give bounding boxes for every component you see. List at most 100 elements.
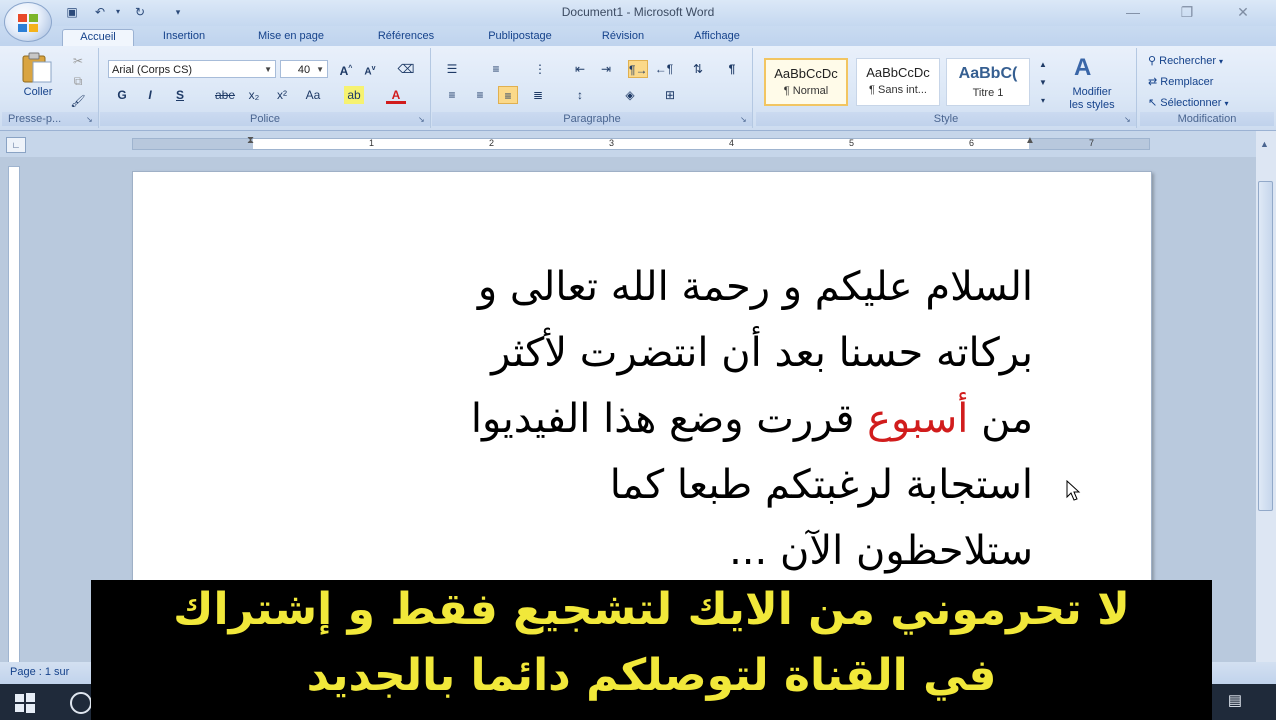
styles-scroll-down-icon[interactable]: ▼: [1036, 74, 1050, 92]
clear-formatting-icon[interactable]: ⌫: [396, 60, 416, 78]
tab-affichage[interactable]: Affichage: [676, 29, 758, 46]
replace-icon: ⇄: [1148, 76, 1158, 88]
align-left-icon[interactable]: ≡: [442, 86, 462, 104]
horizontal-ruler[interactable]: ⧗ ▲ 1 2 3 4 5 6 7: [132, 135, 1150, 150]
style-normal[interactable]: AaBbCcDc ¶ Normal: [764, 58, 848, 106]
bold-button[interactable]: G: [112, 86, 132, 104]
style-heading-1[interactable]: AaBbC( Titre 1: [946, 58, 1030, 106]
ribbon-tabs: Accueil Insertion Mise en page Référence…: [0, 26, 1276, 47]
font-size-combo[interactable]: 40 ▼: [280, 60, 328, 78]
windows-start-icon[interactable]: [14, 692, 36, 714]
font-dialog-launcher-icon[interactable]: ↘: [418, 116, 427, 125]
style-preview: AaBbCcDc: [774, 66, 838, 81]
tab-selector-icon[interactable]: ∟: [6, 137, 26, 153]
office-button[interactable]: [4, 2, 52, 42]
tab-insertion[interactable]: Insertion: [148, 29, 220, 46]
shading-icon[interactable]: ◈: [620, 86, 640, 104]
scrollbar-thumb[interactable]: [1258, 181, 1273, 511]
borders-icon[interactable]: ⊞: [660, 86, 680, 104]
chevron-down-icon: ▾: [1219, 57, 1224, 66]
bullets-icon[interactable]: ☰: [442, 60, 462, 78]
style-no-spacing[interactable]: AaBbCcDc ¶ Sans int...: [856, 58, 940, 106]
shrink-font-icon[interactable]: Av: [360, 60, 380, 78]
scroll-up-icon[interactable]: ▲: [1260, 139, 1269, 149]
subscript-button[interactable]: x₂: [244, 86, 264, 104]
paragraph-dialog-launcher-icon[interactable]: ↘: [740, 116, 749, 125]
change-styles-button[interactable]: Modifier les styles: [1054, 86, 1130, 112]
window-title: Document1 - Microsoft Word: [561, 5, 715, 19]
select-label: Sélectionner: [1160, 97, 1222, 109]
format-painter-icon[interactable]: 🖌: [68, 92, 88, 110]
find-button[interactable]: ⚲ Rechercher ▾: [1148, 52, 1223, 70]
style-name: ¶ Sans int...: [869, 84, 927, 96]
rtl-direction-icon[interactable]: ←¶: [654, 60, 674, 78]
change-styles-icon[interactable]: A: [1074, 54, 1091, 82]
clipboard-group: Coller ✂ ⧉ 🖌 Presse-p... ↘: [2, 48, 99, 128]
superscript-button[interactable]: x²: [272, 86, 292, 104]
paste-icon[interactable]: [20, 52, 54, 84]
tab-publipostage[interactable]: Publipostage: [468, 29, 572, 46]
tab-mise-en-page[interactable]: Mise en page: [238, 29, 344, 46]
styles-scroll-up-icon[interactable]: ▲: [1036, 56, 1050, 74]
styles-dialog-launcher-icon[interactable]: ↘: [1124, 116, 1133, 125]
tab-revision[interactable]: Révision: [588, 29, 658, 46]
search-icon[interactable]: [70, 692, 92, 714]
vertical-scrollbar[interactable]: ▲: [1256, 131, 1276, 671]
font-name-combo[interactable]: Arial (Corps CS) ▼: [108, 60, 276, 78]
indent-marker-icon[interactable]: ⧗: [247, 135, 254, 146]
italic-button[interactable]: I: [140, 86, 160, 104]
underline-button[interactable]: S: [170, 86, 190, 104]
style-name: ¶ Normal: [783, 85, 829, 97]
ruler-left-margin: [133, 139, 253, 149]
right-indent-marker-icon[interactable]: ▲: [1025, 135, 1035, 146]
increase-indent-icon[interactable]: ⇥: [596, 60, 616, 78]
ltr-direction-icon[interactable]: ¶→: [628, 60, 648, 78]
align-right-icon[interactable]: ≡: [498, 86, 518, 104]
strikethrough-button[interactable]: abe: [212, 86, 238, 104]
ruler-number: 6: [969, 138, 975, 148]
subtitle-overlay: لا تحرموني من الايك لتشجيع فقط و إشتراك …: [91, 580, 1212, 720]
highlight-icon[interactable]: ab: [344, 86, 364, 104]
notification-icon[interactable]: ▤: [1224, 692, 1246, 710]
document-line: السلام عليكم و رحمة الله تعالى و: [477, 264, 1033, 310]
close-icon[interactable]: ✕: [1230, 2, 1256, 22]
style-preview: AaBbCcDc: [866, 65, 930, 80]
numbering-icon[interactable]: ≡: [486, 60, 506, 78]
multilevel-list-icon[interactable]: ⋮: [530, 60, 550, 78]
paragraph-group-label: Paragraphe: [432, 112, 752, 126]
styles-more-icon[interactable]: ▾: [1036, 92, 1050, 110]
minimize-icon[interactable]: —: [1120, 2, 1146, 22]
mouse-cursor-icon: [1066, 480, 1081, 501]
tab-accueil[interactable]: Accueil: [62, 29, 134, 47]
change-case-button[interactable]: Aa: [300, 86, 326, 104]
grow-font-icon[interactable]: A^: [336, 60, 356, 78]
line-spacing-icon[interactable]: ↕: [570, 86, 590, 104]
vertical-ruler[interactable]: [8, 166, 20, 666]
ruler-area: ∟ ⧗ ▲ 1 2 3 4 5 6 7: [0, 131, 1276, 157]
restore-icon[interactable]: ❐: [1174, 2, 1200, 22]
align-center-icon[interactable]: ≡: [470, 86, 490, 104]
sort-icon[interactable]: ⇅: [688, 60, 708, 78]
clipboard-dialog-launcher-icon[interactable]: ↘: [86, 116, 95, 125]
clipboard-group-label: Presse-p...: [2, 112, 98, 126]
document-text: من: [968, 396, 1033, 442]
font-color-icon[interactable]: A: [386, 86, 406, 104]
font-size-value: 40: [297, 64, 311, 76]
select-button[interactable]: ↖ Sélectionner ▾: [1148, 94, 1229, 112]
cut-icon[interactable]: ✂: [68, 52, 88, 70]
tab-references[interactable]: Références: [362, 29, 450, 46]
ruler-number: 2: [489, 138, 495, 148]
document-text: قررت وضع هذا الفيديوا: [470, 396, 868, 442]
subtitle-line: لا تحرموني من الايك لتشجيع فقط و إشتراك: [173, 584, 1130, 635]
show-marks-icon[interactable]: ¶: [722, 60, 742, 78]
chevron-down-icon: ▾: [1224, 99, 1229, 108]
justify-icon[interactable]: ≣: [528, 86, 548, 104]
page-count-status[interactable]: Page : 1 sur: [10, 666, 69, 678]
styles-group: AaBbCcDc ¶ Normal AaBbCcDc ¶ Sans int...…: [756, 48, 1137, 128]
decrease-indent-icon[interactable]: ⇤: [570, 60, 590, 78]
paste-button[interactable]: Coller: [10, 86, 66, 98]
copy-icon[interactable]: ⧉: [68, 72, 88, 90]
replace-button[interactable]: ⇄ Remplacer: [1148, 73, 1213, 91]
subtitle-line: في القناة لتوصلكم دائما بالجديد: [306, 650, 997, 701]
document-line: بركاته حسنا بعد أن انتضرت لأكثر: [491, 330, 1033, 376]
